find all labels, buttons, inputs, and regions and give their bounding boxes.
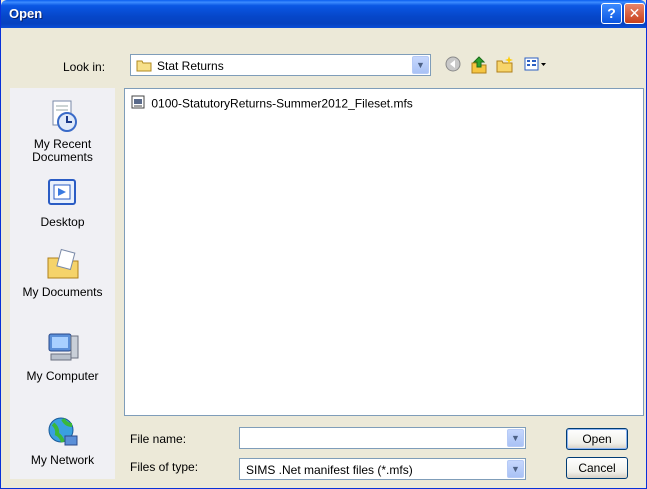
places-bar: My Recent Documents Desktop My Documents… [10, 88, 115, 479]
list-item[interactable]: 0100-StatutoryReturns-Summer2012_Fileset… [131, 95, 413, 111]
open-dialog: Open ? ✕ Look in: Stat Returns ▼ My Rece… [0, 0, 647, 489]
my-documents-icon [45, 246, 81, 282]
filetype-dropdown[interactable]: SIMS .Net manifest files (*.mfs) ▼ [239, 458, 526, 480]
chevron-down-icon[interactable]: ▼ [507, 429, 524, 447]
place-my-computer[interactable]: My Computer [10, 330, 115, 383]
help-button[interactable]: ? [601, 3, 622, 24]
file-list[interactable]: 0100-StatutoryReturns-Summer2012_Fileset… [124, 88, 644, 416]
title-bar[interactable]: Open ? ✕ [1, 0, 646, 28]
place-label: My Computer [26, 369, 99, 383]
chevron-down-icon[interactable]: ▼ [412, 56, 429, 74]
place-my-network[interactable]: My Network [10, 414, 115, 467]
views-menu-icon[interactable] [522, 56, 550, 76]
lookin-value: Stat Returns [157, 59, 224, 73]
my-network-icon [45, 414, 81, 450]
folder-icon [136, 59, 152, 75]
place-label: My Recent Documents [32, 137, 93, 164]
lookin-dropdown[interactable]: Stat Returns ▼ [130, 54, 431, 76]
close-button[interactable]: ✕ [624, 3, 645, 24]
open-button[interactable]: Open [566, 428, 628, 450]
window-title: Open [9, 6, 43, 21]
filename-input[interactable]: ▼ [239, 427, 526, 449]
filetype-value: SIMS .Net manifest files (*.mfs) [246, 463, 413, 477]
filetype-label: Files of type: [130, 460, 199, 474]
place-my-documents[interactable]: My Documents [10, 246, 115, 299]
up-folder-icon[interactable] [469, 56, 489, 76]
place-label: Desktop [40, 215, 85, 229]
my-computer-icon [45, 330, 81, 366]
file-name: 0100-StatutoryReturns-Summer2012_Fileset… [151, 96, 413, 111]
place-desktop[interactable]: Desktop [10, 176, 115, 229]
chevron-down-icon[interactable]: ▼ [507, 460, 524, 478]
back-icon[interactable] [443, 56, 463, 76]
new-folder-icon[interactable] [495, 56, 515, 76]
desktop-icon [45, 176, 81, 212]
lookin-label: Look in: [63, 60, 106, 74]
place-recent-documents[interactable]: My Recent Documents [10, 98, 115, 164]
place-label: My Network [30, 453, 95, 467]
place-label: My Documents [22, 285, 103, 299]
recent-documents-icon [45, 98, 81, 134]
filename-label: File name: [130, 432, 187, 446]
cancel-button[interactable]: Cancel [566, 457, 628, 479]
mfs-file-icon [131, 95, 145, 112]
